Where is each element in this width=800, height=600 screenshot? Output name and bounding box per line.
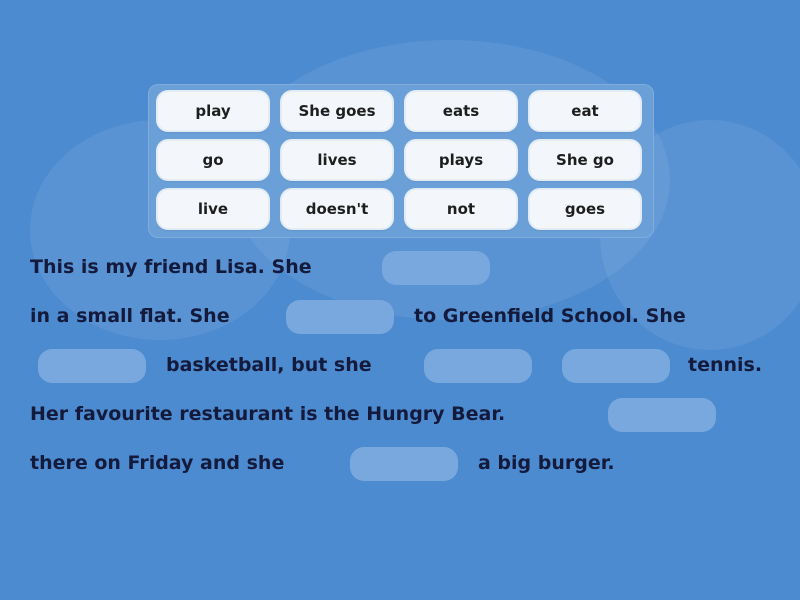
word-tile[interactable]: doesn't (282, 190, 392, 228)
word-tile[interactable]: plays (406, 141, 516, 179)
sentence-text: Her favourite restaurant is the Hungry B… (30, 403, 506, 425)
blank-slot-7[interactable] (350, 447, 458, 481)
blank-slot-2[interactable] (286, 300, 394, 334)
word-tile[interactable]: She go (530, 141, 640, 179)
sentence-text: in a small flat. She (30, 305, 230, 327)
sentence-text: there on Friday and she (30, 452, 285, 474)
word-tile[interactable]: live (158, 190, 268, 228)
blank-slot-4[interactable] (424, 349, 532, 383)
sentence-text: to Greenfield School. She (414, 305, 686, 327)
sentence-text: basketball, but she (166, 354, 372, 376)
sentence-text: This is my friend Lisa. She (30, 256, 312, 278)
sentence-text: tennis. (688, 354, 763, 376)
blank-slot-1[interactable] (382, 251, 490, 285)
word-bank: play She goes eats eat go lives plays Sh… (148, 84, 654, 238)
word-tile[interactable]: lives (282, 141, 392, 179)
word-tile[interactable]: goes (530, 190, 640, 228)
word-tile[interactable]: eats (406, 92, 516, 130)
word-tile[interactable]: She goes (282, 92, 392, 130)
sentence-text: a big burger. (478, 452, 615, 474)
blank-slot-6[interactable] (608, 398, 716, 432)
word-tile[interactable]: play (158, 92, 268, 130)
blank-slot-5[interactable] (562, 349, 670, 383)
word-tile[interactable]: not (406, 190, 516, 228)
word-tile[interactable]: go (158, 141, 268, 179)
blank-slot-3[interactable] (38, 349, 146, 383)
word-tile[interactable]: eat (530, 92, 640, 130)
